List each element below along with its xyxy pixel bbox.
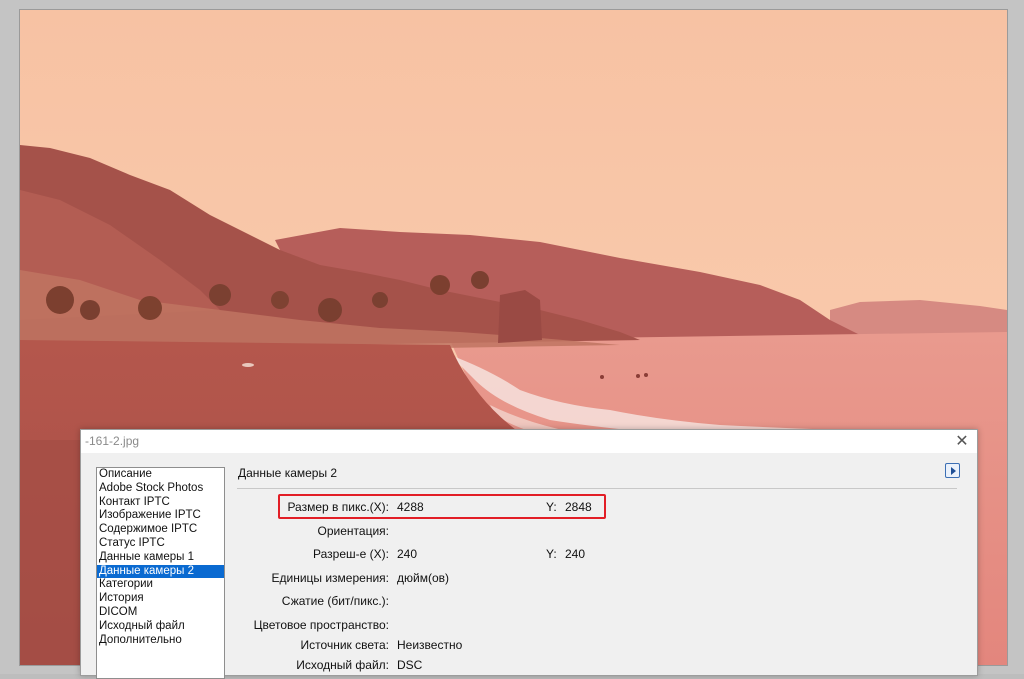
category-list[interactable]: Описание Adobe Stock Photos Контакт IPTC Из… [96,467,225,679]
dialog-right-edge [971,455,977,675]
dialog-title: -161-2.jpg [85,434,140,448]
category-item[interactable]: Контакт IPTC [97,496,224,510]
colorspace-label: Цветовое пространство: [253,618,389,632]
resolution-x-value[interactable]: 240 [397,547,417,561]
file-info-dialog: -161-2.jpg ✕ Описание Adobe Stock Photos К… [80,429,978,679]
pixel-x-value[interactable]: 4288 [397,500,424,514]
compression-label: Сжатие (бит/пикс.): [281,594,389,608]
resolution-y-label: Y: [546,547,557,561]
category-item[interactable]: Данные камеры 2 [97,564,224,579]
units-label: Единицы измерения: [271,571,389,585]
panel-divider [237,488,957,489]
category-item[interactable]: DICOM [97,606,224,620]
source-file-label: Исходный файл: [296,658,389,672]
category-item[interactable]: Данные камеры 1 [97,551,224,565]
close-icon: ✕ [955,433,969,450]
pixel-y-value[interactable]: 2848 [565,500,592,514]
category-item[interactable]: Описание [97,468,224,482]
category-item[interactable]: Adobe Stock Photos [97,482,224,496]
pixel-x-label: Размер в пикс.(X): [287,500,389,514]
category-item[interactable]: История [97,592,224,606]
pixel-y-label: Y: [546,500,557,514]
light-source-label: Источник света: [300,638,389,652]
dialog-titlebar[interactable]: -161-2.jpg ✕ [81,430,977,453]
flyout-menu-icon[interactable] [945,463,960,478]
category-item[interactable]: Содержимое IPTC [97,523,224,537]
source-file-value[interactable]: DSC [397,658,422,672]
panel-title: Данные камеры 2 [238,466,338,480]
category-item[interactable]: Исходный файл [97,620,224,634]
resolution-x-label: Разреш-е (X): [313,547,389,561]
light-source-value[interactable]: Неизвестно [397,638,462,652]
category-item[interactable]: Статус IPTC [97,537,224,551]
category-item[interactable]: Категории [97,578,224,592]
orientation-label: Ориентация: [317,524,389,538]
resolution-y-value[interactable]: 240 [565,547,585,561]
category-item[interactable]: Изображение IPTC [97,509,224,523]
category-item[interactable]: Дополнительно [97,634,224,648]
units-value[interactable]: дюйм(ов) [397,571,449,585]
close-button[interactable]: ✕ [953,432,971,450]
